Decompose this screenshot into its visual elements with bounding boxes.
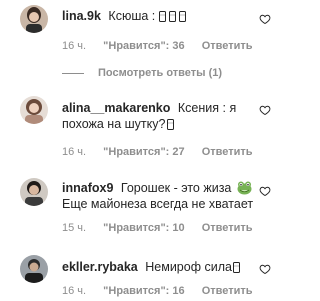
comment-username[interactable]: ekller.rybaka: [62, 260, 138, 274]
reply-button[interactable]: Ответить: [202, 40, 253, 52]
avatar[interactable]: [20, 5, 48, 33]
comment-meta: 16 ч. "Нравится": 36 Ответить: [62, 40, 267, 52]
comment-text: Ксюша :: [108, 9, 156, 23]
reply-button[interactable]: Ответить: [202, 285, 253, 297]
comment-time[interactable]: 16 ч.: [62, 285, 86, 297]
heart-outline-icon[interactable]: [259, 104, 271, 116]
reply-button[interactable]: Ответить: [202, 222, 253, 234]
divider: [62, 72, 84, 74]
comment-time[interactable]: 15 ч.: [62, 222, 86, 234]
view-replies-label: Посмотреть ответы (1): [98, 67, 223, 79]
comment-meta: 15 ч. "Нравится": 10 Ответить: [62, 222, 267, 234]
comment-likes[interactable]: "Нравится": 36: [103, 40, 184, 52]
comment-username[interactable]: lina.9k: [62, 9, 101, 23]
comment-time[interactable]: 16 ч.: [62, 40, 86, 52]
comment-text: Горошек - это жиза: [120, 181, 232, 195]
comment-text: Немироф сила: [145, 260, 232, 274]
view-replies-button[interactable]: Посмотреть ответы (1): [62, 67, 222, 79]
comment-body: innafox9 Горошек - это жиза Еще майонеза…: [62, 181, 257, 212]
comment-body: ekller.rybaka Немироф сила: [62, 260, 257, 276]
comment-body: alina__makarenko Ксения : я похожа на шу…: [62, 101, 257, 132]
avatar[interactable]: [20, 96, 48, 124]
comment-text-line2: Еще майонеза всегда не хватает: [62, 196, 254, 211]
avatar[interactable]: [20, 255, 48, 283]
heart-outline-icon[interactable]: [259, 185, 271, 197]
comment-meta: 16 ч. "Нравится": 27 Ответить: [62, 146, 267, 158]
frog-emoji-icon: [237, 181, 252, 195]
avatar[interactable]: [20, 178, 48, 206]
comment-username[interactable]: innafox9: [62, 181, 113, 195]
reply-button[interactable]: Ответить: [202, 146, 253, 158]
missing-glyph-icon: [165, 117, 177, 131]
comment-likes[interactable]: "Нравится": 16: [103, 285, 184, 297]
comment-time[interactable]: 16 ч.: [62, 146, 86, 158]
comment-username[interactable]: alina__makarenko: [62, 101, 170, 115]
comment-body: lina.9k Ксюша :: [62, 9, 257, 25]
comment-likes[interactable]: "Нравится": 10: [103, 222, 184, 234]
missing-glyph-icon: [232, 260, 243, 274]
comment-likes[interactable]: "Нравится": 27: [103, 146, 184, 158]
heart-outline-icon[interactable]: [259, 13, 271, 25]
comment-meta: 16 ч. "Нравится": 16 Ответить: [62, 285, 267, 297]
missing-glyph-icon: [158, 9, 189, 23]
heart-outline-icon[interactable]: [259, 263, 271, 275]
